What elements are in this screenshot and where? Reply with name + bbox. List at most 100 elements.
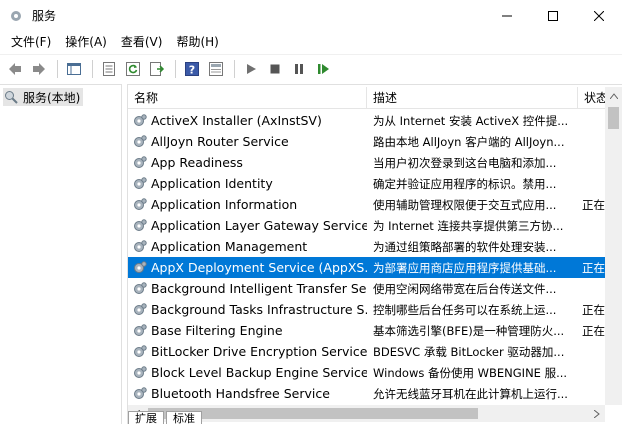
service-gear-icon [132, 239, 148, 255]
service-gear-icon [132, 386, 148, 402]
service-gear-icon [132, 323, 148, 339]
tab-standard[interactable]: 标准 [166, 411, 202, 424]
service-name: Application Identity [151, 176, 273, 191]
service-row[interactable]: BitLocker Drive Encryption Service BDESVC… [128, 341, 605, 362]
properties-icon[interactable] [98, 58, 120, 80]
service-name: BitLocker Drive Encryption Service [151, 344, 367, 359]
tree-item-label: 服务(本地) [23, 90, 81, 105]
service-name: Background Tasks Infrastructure S... [151, 302, 367, 317]
service-row[interactable]: Application Identity 确定并验证应用程序的标识。禁用... [128, 173, 605, 194]
menu-help[interactable]: 帮助(H) [169, 31, 225, 53]
close-button[interactable] [576, 0, 622, 31]
service-description: 为通过组策略部署的软件处理安装... [373, 239, 557, 254]
service-description: BDESVC 承载 BitLocker 驱动器加... [373, 344, 565, 359]
service-row[interactable]: Base Filtering Engine 基本筛选引擎(BFE)是一种管理防火.… [128, 320, 605, 341]
stop-service-icon[interactable] [264, 58, 286, 80]
pause-service-icon[interactable] [288, 58, 310, 80]
service-gear-icon [132, 134, 148, 150]
service-name: Application Layer Gateway Service [151, 218, 367, 233]
service-name: Background Intelligent Transfer Se... [151, 281, 367, 296]
service-name: App Readiness [151, 155, 243, 170]
column-header-name[interactable]: 名称 [128, 87, 367, 109]
tree-item-services-local[interactable]: 服务(本地) [3, 88, 84, 106]
refresh-icon[interactable] [122, 58, 144, 80]
menu-action[interactable]: 操作(A) [58, 31, 114, 53]
service-name: Base Filtering Engine [151, 323, 283, 338]
service-row[interactable]: Background Intelligent Transfer Se... 使用空… [128, 278, 605, 299]
service-status: 正在 [582, 260, 605, 275]
service-status: 正在 [582, 323, 605, 338]
service-name-cell: Application Management [128, 239, 367, 255]
back-button[interactable] [4, 58, 26, 80]
view-tabs: 扩展 标准 [128, 411, 204, 424]
service-row[interactable]: AllJoyn Router Service 路由本地 AllJoyn 客户端的 … [128, 131, 605, 152]
menu-view[interactable]: 查看(V) [114, 31, 170, 53]
service-name-cell: BitLocker Drive Encryption Service [128, 344, 367, 360]
restart-service-icon[interactable] [312, 58, 334, 80]
service-gear-icon [132, 344, 148, 360]
list-header: 名称 描述 状态 [128, 87, 605, 109]
service-row[interactable]: Application Management 为通过组策略部署的软件处理安装... [128, 236, 605, 257]
toolbar-separator [92, 59, 93, 78]
service-name-cell: Application Layer Gateway Service [128, 218, 367, 234]
toolbar-separator [175, 59, 176, 78]
service-row[interactable]: Block Level Backup Engine Service Windows… [128, 362, 605, 383]
start-service-icon[interactable] [240, 58, 262, 80]
service-name-cell: Background Intelligent Transfer Se... [128, 281, 367, 297]
service-description: 基本筛选引擎(BFE)是一种管理防火... [373, 323, 565, 338]
service-description: 为部署应用商店应用程序提供基础... [373, 260, 557, 275]
services-gear-icon [8, 8, 24, 24]
service-gear-icon [132, 218, 148, 234]
forward-button[interactable] [28, 58, 50, 80]
service-name-cell: Block Level Backup Engine Service [128, 365, 367, 381]
column-header-description[interactable]: 描述 [367, 87, 578, 109]
service-gear-icon [132, 365, 148, 381]
service-row[interactable]: Bluetooth Handsfree Service 允许无线蓝牙耳机在此计算机… [128, 383, 605, 404]
service-name: Block Level Backup Engine Service [151, 365, 367, 380]
scroll-right-arrow-icon[interactable] [588, 405, 605, 422]
scroll-up-arrow-icon[interactable] [605, 87, 622, 104]
service-gear-icon [132, 302, 148, 318]
service-row[interactable]: Background Tasks Infrastructure S... 控制哪些… [128, 299, 605, 320]
service-gear-icon [132, 281, 148, 297]
help-icon[interactable]: ? [181, 58, 203, 80]
tab-extended[interactable]: 扩展 [128, 411, 164, 424]
service-name-cell: Bluetooth Handsfree Service [128, 386, 367, 402]
service-description: 确定并验证应用程序的标识。禁用... [373, 176, 557, 191]
service-name-cell: ActiveX Installer (AxInstSV) [128, 113, 367, 129]
service-row[interactable]: Application Information 使用辅助管理权限便于交互式应用..… [128, 194, 605, 215]
service-name-cell: Application Identity [128, 176, 367, 192]
service-row[interactable]: App Readiness 当用户初次登录到这台电脑和添加... [128, 152, 605, 173]
service-name: ActiveX Installer (AxInstSV) [151, 113, 322, 128]
minimize-button[interactable] [484, 0, 530, 31]
console-view-icon[interactable] [205, 58, 227, 80]
service-row[interactable]: AppX Deployment Service (AppXS... 为部署应用商店… [128, 257, 605, 278]
vertical-scrollbar[interactable] [605, 87, 622, 405]
menu-file[interactable]: 文件(F) [4, 31, 58, 53]
toolbar: ? [0, 54, 622, 82]
service-row[interactable]: ActiveX Installer (AxInstSV) 为从 Internet … [128, 110, 605, 131]
export-list-icon[interactable] [146, 58, 168, 80]
window-title: 服务 [32, 9, 57, 23]
service-description: 使用空闲网络带宽在后台传送文件... [373, 281, 557, 296]
service-status: 正在 [582, 197, 605, 212]
service-name-cell: Application Information [128, 197, 367, 213]
service-name: AllJoyn Router Service [151, 134, 289, 149]
service-name: AppX Deployment Service (AppXS... [151, 260, 367, 275]
svg-text:?: ? [189, 63, 195, 76]
service-description: 允许无线蓝牙耳机在此计算机上运行... [373, 386, 568, 401]
column-header-status[interactable]: 状态 [578, 87, 605, 109]
service-row[interactable]: Application Layer Gateway Service 为 Inter… [128, 215, 605, 236]
service-description: 控制哪些后台任务可以在系统上运... [373, 302, 557, 317]
vertical-scroll-thumb[interactable] [608, 107, 619, 129]
service-name: Bluetooth Handsfree Service [151, 386, 330, 401]
service-description: 当用户初次登录到这台电脑和添加... [373, 155, 557, 170]
service-name-cell: AppX Deployment Service (AppXS... [128, 260, 367, 276]
service-description: Windows 备份使用 WBENGINE 服... [373, 365, 568, 380]
menu-bar: 文件(F) 操作(A) 查看(V) 帮助(H) [0, 31, 622, 53]
maximize-button[interactable] [530, 0, 576, 31]
service-status: 正在 [582, 302, 605, 317]
console-tree-icon[interactable] [63, 58, 85, 80]
toolbar-separator [234, 59, 235, 78]
service-name-cell: AllJoyn Router Service [128, 134, 367, 150]
